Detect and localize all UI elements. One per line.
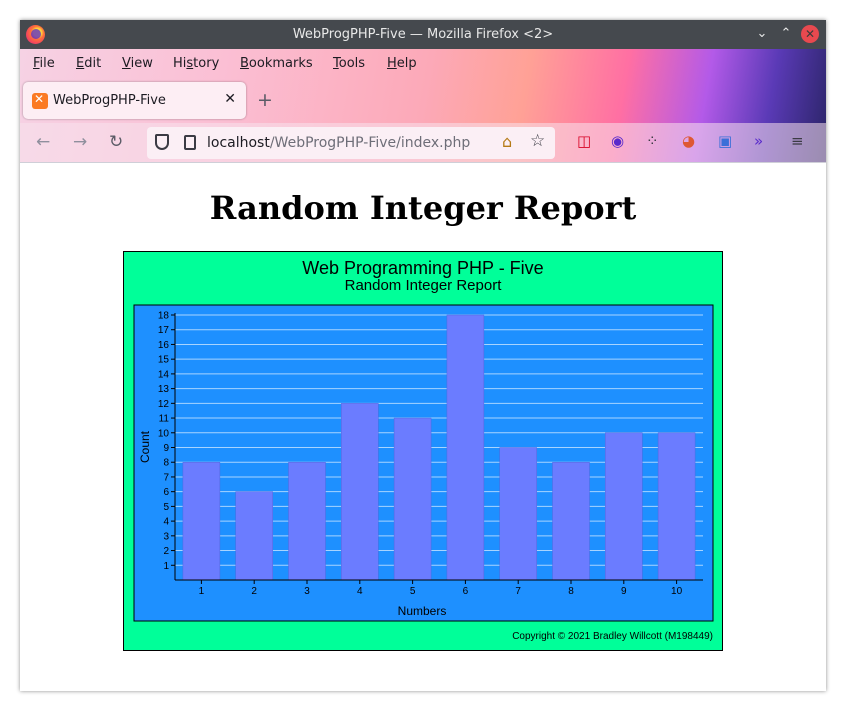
browser-chrome: File Edit View History Bookmarks Tools H… — [20, 49, 826, 163]
x-tick-label: 1 — [199, 586, 205, 597]
y-tick-label: 4 — [163, 517, 169, 528]
shield-icon[interactable] — [155, 134, 169, 150]
y-tick-label: 15 — [158, 355, 170, 366]
menu-file[interactable]: File — [33, 56, 55, 71]
title-bar: WebProgPHP-Five — Mozilla Firefox <2> ⌄ … — [20, 20, 826, 49]
y-tick-label: 13 — [158, 384, 170, 395]
bar — [393, 417, 432, 581]
y-tick-label: 1 — [163, 561, 169, 572]
x-tick-label: 4 — [357, 586, 363, 597]
report-chart: Web Programming PHP - Five Random Intege… — [133, 258, 714, 642]
navigation-toolbar: ← → ↻ localhost/WebProgPHP-Five/index.ph… — [20, 123, 826, 163]
window-title: WebProgPHP-Five — Mozilla Firefox <2> — [292, 27, 554, 42]
new-tab-icon[interactable]: + — [257, 89, 273, 111]
menu-edit[interactable]: Edit — [76, 56, 101, 71]
minimize-icon[interactable]: ⌄ — [753, 25, 771, 43]
menu-bookmarks[interactable]: Bookmarks — [240, 56, 313, 71]
y-tick-label: 10 — [158, 428, 170, 439]
chart-subtitle: Random Integer Report — [345, 277, 503, 294]
x-tick-label: 9 — [621, 586, 627, 597]
x-tick-label: 10 — [671, 586, 683, 597]
menu-view[interactable]: View — [122, 56, 153, 71]
close-window-icon[interactable]: ✕ — [801, 25, 819, 43]
x-tick-label: 6 — [463, 586, 469, 597]
y-tick-label: 6 — [163, 487, 169, 498]
pocket-icon[interactable]: ◫ — [577, 132, 591, 150]
duckduckgo-icon[interactable]: ◕ — [682, 132, 695, 150]
x-tick-label: 8 — [568, 586, 574, 597]
back-icon[interactable]: ← — [36, 132, 50, 152]
bar — [182, 461, 221, 581]
y-tick-label: 11 — [159, 414, 170, 425]
maximize-icon[interactable]: ⌃ — [777, 25, 795, 43]
y-tick-label: 14 — [158, 369, 170, 380]
bookmark-star-icon[interactable]: ☆ — [530, 131, 545, 151]
home-extension-icon[interactable]: ⌂ — [502, 132, 512, 151]
bar — [446, 314, 485, 581]
tab-close-icon[interactable]: ✕ — [224, 91, 236, 107]
menu-tools[interactable]: Tools — [333, 56, 365, 71]
y-tick-label: 7 — [163, 472, 169, 483]
bar — [657, 432, 696, 581]
x-tick-label: 2 — [251, 586, 257, 597]
x-tick-label: 7 — [515, 586, 521, 597]
tab-active[interactable]: WebProgPHP-Five ✕ — [23, 82, 246, 119]
y-tick-label: 16 — [158, 340, 170, 351]
menu-help[interactable]: Help — [387, 56, 417, 71]
x-tick-label: 3 — [304, 586, 310, 597]
extension-dots-icon[interactable]: ⁘ — [646, 132, 659, 150]
y-tick-label: 2 — [163, 546, 169, 557]
forward-icon[interactable]: → — [73, 132, 87, 152]
report-panel: Web Programming PHP - Five Random Intege… — [123, 251, 723, 651]
chart-title: Web Programming PHP - Five — [302, 258, 543, 278]
bar — [288, 461, 326, 581]
tab-label: WebProgPHP-Five — [53, 93, 166, 108]
y-tick-label: 12 — [158, 399, 170, 410]
y-tick-label: 3 — [163, 531, 169, 542]
bar — [552, 461, 590, 581]
x-tick-label: 5 — [410, 586, 416, 597]
page-info-icon[interactable] — [184, 135, 196, 150]
page-content: Random Integer Report Web Programming PH… — [20, 163, 826, 691]
multi-account-icon[interactable]: ▣ — [718, 132, 732, 150]
x-axis-label: Numbers — [398, 604, 447, 618]
url-text[interactable]: localhost/WebProgPHP-Five/index.php — [207, 135, 470, 151]
bar — [235, 491, 273, 581]
y-tick-label: 18 — [158, 311, 170, 322]
bar — [605, 432, 643, 581]
browser-window: WebProgPHP-Five — Mozilla Firefox <2> ⌄ … — [20, 20, 826, 691]
extension-circle-icon[interactable]: ◉ — [611, 132, 624, 150]
reload-icon[interactable]: ↻ — [109, 132, 123, 152]
hamburger-menu-icon[interactable]: ≡ — [791, 132, 804, 150]
y-tick-label: 17 — [158, 325, 170, 336]
page-title: Random Integer Report — [209, 189, 637, 227]
overflow-chevron-icon[interactable]: » — [754, 132, 763, 150]
xampp-favicon-icon — [32, 92, 48, 109]
bar — [341, 403, 379, 581]
y-tick-label: 8 — [163, 458, 169, 469]
menu-bar: File Edit View History Bookmarks Tools H… — [20, 49, 826, 79]
url-bar[interactable]: localhost/WebProgPHP-Five/index.php ⌂ ☆ — [147, 127, 555, 159]
y-tick-label: 5 — [163, 502, 169, 513]
bar — [499, 447, 537, 581]
y-axis-label: Count — [138, 430, 152, 463]
menu-history[interactable]: History — [173, 56, 219, 71]
copyright-footer: Copyright © 2021 Bradley Willcott (M1984… — [512, 631, 713, 642]
y-tick-label: 9 — [163, 443, 169, 454]
